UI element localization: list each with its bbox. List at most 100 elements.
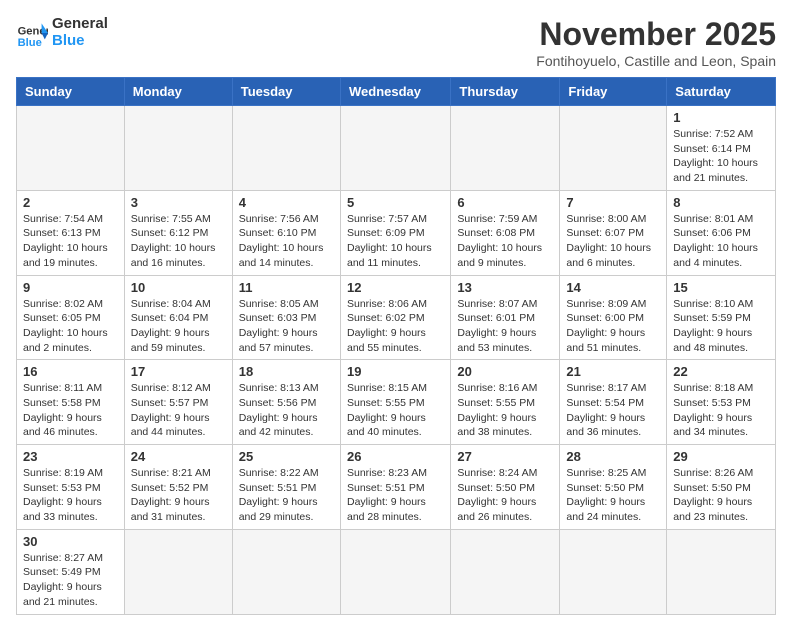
day-info: Sunrise: 8:16 AM Sunset: 5:55 PM Dayligh… <box>457 381 553 440</box>
day-number: 29 <box>673 449 769 464</box>
day-number: 11 <box>239 280 334 295</box>
calendar-cell: 30 Sunrise: 8:27 AM Sunset: 5:49 PM Dayli… <box>17 529 125 614</box>
calendar-cell: 25Sunrise: 8:22 AM Sunset: 5:51 PM Dayli… <box>232 445 340 530</box>
day-info: Sunrise: 8:12 AM Sunset: 5:57 PM Dayligh… <box>131 381 226 440</box>
calendar-cell: 16 Sunrise: 8:11 AM Sunset: 5:58 PM Dayli… <box>17 360 125 445</box>
calendar-cell: 1Sunrise: 7:52 AM Sunset: 6:14 PM Daylig… <box>667 106 776 191</box>
day-number: 22 <box>673 364 769 379</box>
day-info: Sunrise: 8:17 AM Sunset: 5:54 PM Dayligh… <box>566 381 660 440</box>
day-info: Sunrise: 8:22 AM Sunset: 5:51 PM Dayligh… <box>239 466 334 525</box>
day-info: Sunrise: 8:19 AM Sunset: 5:53 PM Dayligh… <box>23 466 118 525</box>
day-info: Sunrise: 8:01 AM Sunset: 6:06 PM Dayligh… <box>673 212 769 271</box>
day-info: Sunrise: 8:24 AM Sunset: 5:50 PM Dayligh… <box>457 466 553 525</box>
day-info: Sunrise: 8:27 AM Sunset: 5:49 PM Dayligh… <box>23 551 118 610</box>
calendar-header-friday: Friday <box>560 78 667 106</box>
calendar-cell: 18 Sunrise: 8:13 AM Sunset: 5:56 PM Dayli… <box>232 360 340 445</box>
day-info: Sunrise: 7:55 AM Sunset: 6:12 PM Dayligh… <box>131 212 226 271</box>
day-info: Sunrise: 8:00 AM Sunset: 6:07 PM Dayligh… <box>566 212 660 271</box>
calendar-cell: 2 Sunrise: 7:54 AM Sunset: 6:13 PM Daylig… <box>17 190 125 275</box>
calendar-cell: 27 Sunrise: 8:24 AM Sunset: 5:50 PM Dayli… <box>451 445 560 530</box>
day-number: 26 <box>347 449 444 464</box>
calendar-cell: 6Sunrise: 7:59 AM Sunset: 6:08 PM Daylig… <box>451 190 560 275</box>
logo-icon: General Blue <box>16 17 48 49</box>
day-info: Sunrise: 8:13 AM Sunset: 5:56 PM Dayligh… <box>239 381 334 440</box>
calendar-cell: 17 Sunrise: 8:12 AM Sunset: 5:57 PM Dayli… <box>124 360 232 445</box>
day-number: 7 <box>566 195 660 210</box>
calendar-cell: 26 Sunrise: 8:23 AM Sunset: 5:51 PM Dayli… <box>340 445 450 530</box>
day-number: 16 <box>23 364 118 379</box>
day-number: 19 <box>347 364 444 379</box>
day-info: Sunrise: 8:10 AM Sunset: 5:59 PM Dayligh… <box>673 297 769 356</box>
day-info: Sunrise: 7:59 AM Sunset: 6:08 PM Dayligh… <box>457 212 553 271</box>
day-number: 30 <box>23 534 118 549</box>
svg-text:Blue: Blue <box>18 36 42 48</box>
calendar-cell: 21Sunrise: 8:17 AM Sunset: 5:54 PM Dayli… <box>560 360 667 445</box>
calendar-cell: 7 Sunrise: 8:00 AM Sunset: 6:07 PM Daylig… <box>560 190 667 275</box>
logo: General Blue General Blue <box>16 16 108 49</box>
day-number: 4 <box>239 195 334 210</box>
day-info: Sunrise: 7:56 AM Sunset: 6:10 PM Dayligh… <box>239 212 334 271</box>
day-info: Sunrise: 7:54 AM Sunset: 6:13 PM Dayligh… <box>23 212 118 271</box>
calendar-cell: 9 Sunrise: 8:02 AM Sunset: 6:05 PM Daylig… <box>17 275 125 360</box>
calendar-cell: 20 Sunrise: 8:16 AM Sunset: 5:55 PM Dayli… <box>451 360 560 445</box>
day-number: 18 <box>239 364 334 379</box>
calendar-header-tuesday: Tuesday <box>232 78 340 106</box>
calendar-week-2: 2 Sunrise: 7:54 AM Sunset: 6:13 PM Daylig… <box>17 190 776 275</box>
calendar-cell <box>451 529 560 614</box>
day-info: Sunrise: 8:21 AM Sunset: 5:52 PM Dayligh… <box>131 466 226 525</box>
day-number: 2 <box>23 195 118 210</box>
calendar-cell: 15 Sunrise: 8:10 AM Sunset: 5:59 PM Dayli… <box>667 275 776 360</box>
calendar-header-sunday: Sunday <box>17 78 125 106</box>
calendar-cell: 28 Sunrise: 8:25 AM Sunset: 5:50 PM Dayli… <box>560 445 667 530</box>
day-number: 20 <box>457 364 553 379</box>
title-section: November 2025 Fontihoyuelo, Castille and… <box>536 16 776 69</box>
calendar-cell <box>232 529 340 614</box>
day-number: 28 <box>566 449 660 464</box>
day-number: 15 <box>673 280 769 295</box>
calendar-cell <box>232 106 340 191</box>
day-number: 12 <box>347 280 444 295</box>
calendar-week-3: 9 Sunrise: 8:02 AM Sunset: 6:05 PM Daylig… <box>17 275 776 360</box>
logo-blue-text: Blue <box>52 33 108 50</box>
calendar-week-1: 1Sunrise: 7:52 AM Sunset: 6:14 PM Daylig… <box>17 106 776 191</box>
day-info: Sunrise: 8:02 AM Sunset: 6:05 PM Dayligh… <box>23 297 118 356</box>
calendar-cell: 19 Sunrise: 8:15 AM Sunset: 5:55 PM Dayli… <box>340 360 450 445</box>
day-info: Sunrise: 8:11 AM Sunset: 5:58 PM Dayligh… <box>23 381 118 440</box>
logo-general-text: General <box>52 16 108 33</box>
day-number: 27 <box>457 449 553 464</box>
calendar-cell <box>560 529 667 614</box>
day-info: Sunrise: 7:52 AM Sunset: 6:14 PM Dayligh… <box>673 127 769 186</box>
calendar-cell: 23Sunrise: 8:19 AM Sunset: 5:53 PM Dayli… <box>17 445 125 530</box>
day-number: 14 <box>566 280 660 295</box>
calendar-cell <box>340 529 450 614</box>
day-number: 13 <box>457 280 553 295</box>
day-info: Sunrise: 8:09 AM Sunset: 6:00 PM Dayligh… <box>566 297 660 356</box>
calendar-header-row: SundayMondayTuesdayWednesdayThursdayFrid… <box>17 78 776 106</box>
calendar-cell: 24Sunrise: 8:21 AM Sunset: 5:52 PM Dayli… <box>124 445 232 530</box>
day-number: 17 <box>131 364 226 379</box>
calendar-cell <box>667 529 776 614</box>
day-info: Sunrise: 8:15 AM Sunset: 5:55 PM Dayligh… <box>347 381 444 440</box>
day-info: Sunrise: 8:23 AM Sunset: 5:51 PM Dayligh… <box>347 466 444 525</box>
day-info: Sunrise: 8:07 AM Sunset: 6:01 PM Dayligh… <box>457 297 553 356</box>
header: General Blue General Blue November 2025 … <box>16 16 776 69</box>
calendar-cell: 11Sunrise: 8:05 AM Sunset: 6:03 PM Dayli… <box>232 275 340 360</box>
calendar-cell: 29Sunrise: 8:26 AM Sunset: 5:50 PM Dayli… <box>667 445 776 530</box>
calendar-cell: 14 Sunrise: 8:09 AM Sunset: 6:00 PM Dayli… <box>560 275 667 360</box>
day-number: 8 <box>673 195 769 210</box>
day-info: Sunrise: 8:25 AM Sunset: 5:50 PM Dayligh… <box>566 466 660 525</box>
calendar-week-6: 30 Sunrise: 8:27 AM Sunset: 5:49 PM Dayli… <box>17 529 776 614</box>
day-number: 10 <box>131 280 226 295</box>
calendar-header-thursday: Thursday <box>451 78 560 106</box>
month-year-title: November 2025 <box>536 16 776 53</box>
calendar-cell <box>340 106 450 191</box>
calendar-week-4: 16 Sunrise: 8:11 AM Sunset: 5:58 PM Dayli… <box>17 360 776 445</box>
day-number: 5 <box>347 195 444 210</box>
calendar-cell: 12Sunrise: 8:06 AM Sunset: 6:02 PM Dayli… <box>340 275 450 360</box>
day-number: 9 <box>23 280 118 295</box>
calendar-cell: 22Sunrise: 8:18 AM Sunset: 5:53 PM Dayli… <box>667 360 776 445</box>
calendar-header-saturday: Saturday <box>667 78 776 106</box>
page-container: General Blue General Blue November 2025 … <box>16 16 776 615</box>
day-info: Sunrise: 8:04 AM Sunset: 6:04 PM Dayligh… <box>131 297 226 356</box>
calendar-cell: 8 Sunrise: 8:01 AM Sunset: 6:06 PM Daylig… <box>667 190 776 275</box>
